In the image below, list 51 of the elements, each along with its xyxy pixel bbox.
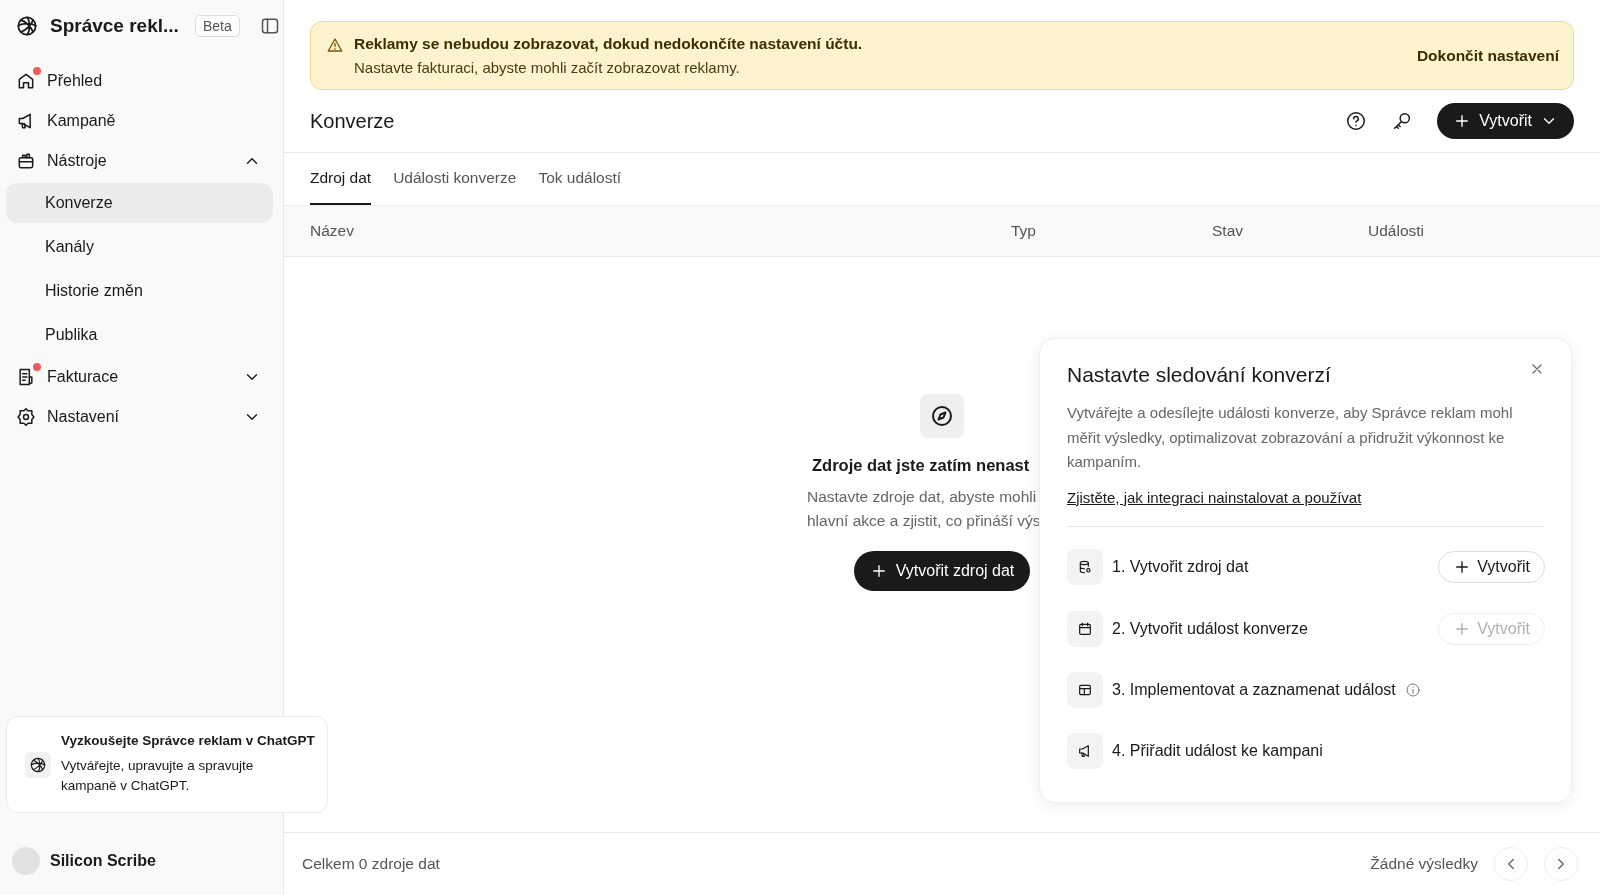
promo-title: Vyzkoušejte Správce reklam v ChatGPT bbox=[61, 733, 315, 748]
nav-item[interactable]: Fakturace bbox=[6, 357, 273, 397]
column-header[interactable]: Typ bbox=[1011, 222, 1036, 240]
compass-icon bbox=[920, 394, 964, 438]
promo-card[interactable]: Vyzkoušejte Správce reklam v ChatGPT Vytvářejte, upravujte a spravujte kampaně v ChatGPT. bbox=[6, 716, 328, 813]
nav-subitem[interactable]: Kanály bbox=[6, 227, 273, 267]
results-text: Žádné výsledky bbox=[1370, 855, 1478, 873]
create-data-source-button[interactable]: Vytvořit zdroj dat bbox=[853, 551, 1031, 591]
page-title: Konverze bbox=[310, 109, 396, 133]
calendar-icon bbox=[1077, 620, 1093, 637]
promo-text: Vytvářejte, upravujte a spravujte kampaně v ChatGPT. bbox=[61, 757, 255, 795]
settings-icon bbox=[16, 407, 36, 427]
nav-item[interactable]: Nástroje bbox=[6, 141, 273, 181]
app-title: Správce rekl... bbox=[50, 15, 179, 37]
home-icon bbox=[16, 71, 36, 91]
tab[interactable]: Události konverze bbox=[393, 153, 517, 205]
tab[interactable]: Tok událostí bbox=[538, 153, 622, 205]
nav-subitem[interactable]: Konverze bbox=[6, 183, 273, 223]
step-label: 4. Přiřadit událost ke kampani bbox=[1112, 742, 1323, 761]
database-icon bbox=[1077, 559, 1093, 576]
info-icon[interactable] bbox=[1404, 681, 1421, 698]
empty-text: hlavní akce a zjistit, co přináší výs bbox=[807, 511, 1041, 531]
nav-item[interactable]: Nastavení bbox=[6, 397, 273, 437]
toolbox-icon bbox=[16, 151, 36, 171]
column-header[interactable]: Název bbox=[310, 222, 354, 240]
nav-item[interactable]: Přehled bbox=[6, 61, 273, 101]
popover-description: Vytvářejte a odesílejte události konverze, aby Správce reklam mohl měřit výsledky, optimalizovat zobrazování a přidružit výkonnost ke kampaním. bbox=[1067, 403, 1514, 472]
step-label: 1. Vytvořit zdroj dat bbox=[1112, 558, 1249, 577]
finish-setup-link[interactable]: Dokončit nastavení bbox=[1416, 46, 1559, 65]
create-step-button[interactable]: Vytvořit bbox=[1438, 551, 1545, 584]
create-button[interactable]: Vytvořit bbox=[1437, 103, 1574, 139]
column-header[interactable]: Události bbox=[1368, 222, 1424, 240]
banner-title: Reklamy se nebudou zobrazovat, dokud nedokončíte nastavení účtu. bbox=[354, 35, 864, 53]
nav-subitem[interactable]: Historie změn bbox=[6, 271, 273, 311]
user-name[interactable]: Silicon Scribe bbox=[50, 852, 156, 870]
receipt-icon bbox=[16, 367, 36, 387]
step-label: 3. Implementovat a zaznamenat událost bbox=[1112, 680, 1396, 699]
help-icon[interactable] bbox=[1345, 110, 1368, 132]
empty-text: Nastavte zdroje dat, abyste mohli bbox=[807, 487, 1038, 507]
total-count: Celkem 0 zdroje dat bbox=[302, 855, 441, 873]
step-label: 2. Vytvořit událost konverze bbox=[1112, 619, 1308, 638]
popover-title: Nastavte sledování konverzí bbox=[1067, 363, 1332, 387]
nav-item[interactable]: Kampaně bbox=[6, 101, 273, 141]
help-link[interactable]: Zjistěte, jak integraci nainstalovat a používat bbox=[1067, 488, 1362, 506]
beta-badge: Beta bbox=[194, 15, 240, 37]
warning-icon bbox=[326, 36, 344, 54]
nav-subitem[interactable]: Publika bbox=[6, 315, 273, 355]
sidebar-toggle-icon[interactable] bbox=[259, 16, 280, 36]
empty-title: Zdroje dat jste zatím nenast bbox=[812, 456, 1030, 475]
banner-text: Nastavte fakturaci, abyste mohli začít zobrazovat reklamy. bbox=[354, 59, 741, 76]
column-header[interactable]: Stav bbox=[1212, 222, 1243, 240]
